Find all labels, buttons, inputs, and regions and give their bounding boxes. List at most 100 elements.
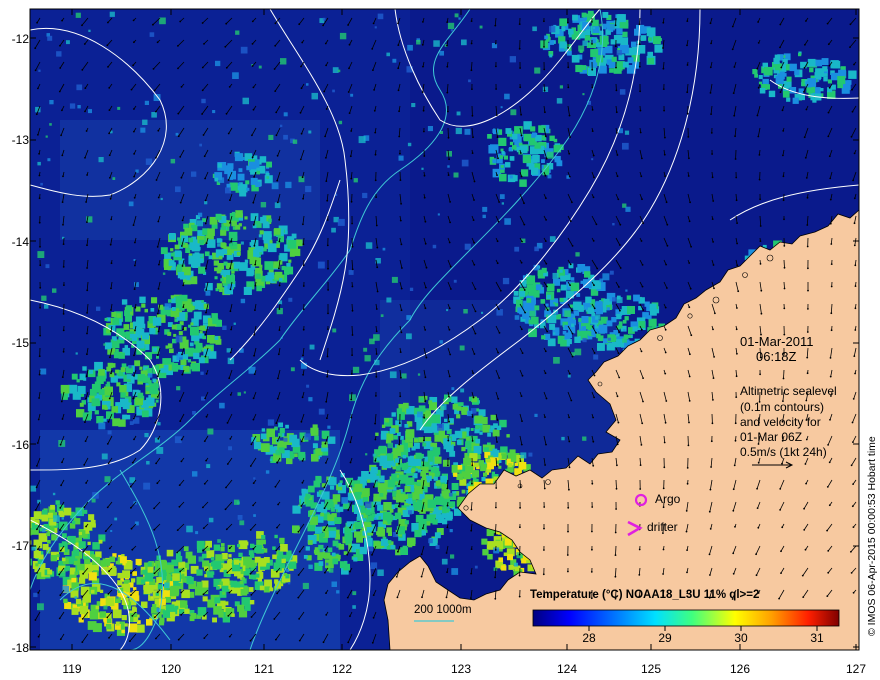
sst-pixel [109, 11, 115, 17]
velocity-vector-head [473, 353, 476, 355]
sst-pixel [561, 436, 565, 441]
velocity-vector-head [446, 91, 449, 94]
sst-pixel [122, 402, 130, 410]
sst-pixel [240, 46, 248, 54]
sst-pixel [566, 339, 572, 345]
sst-pixel [372, 453, 376, 457]
velocity-vector-head [155, 156, 157, 159]
sst-pixel [201, 98, 206, 104]
sst-pixel [188, 237, 193, 243]
velocity-vector-head [400, 309, 403, 312]
velocity-vector-head [228, 591, 231, 594]
velocity-vector-head [322, 641, 325, 644]
velocity-vector-head [375, 330, 378, 333]
velocity-vector-head [615, 508, 617, 510]
sst-pixel [339, 32, 347, 40]
sst-pixel [423, 461, 428, 466]
sst-pixel [56, 554, 60, 558]
sst-pixel [276, 244, 280, 248]
sst-pixel [612, 223, 615, 226]
velocity-vector-head [593, 396, 595, 399]
sst-pixel [289, 251, 295, 257]
sst-pixel [625, 206, 631, 212]
velocity-vector-head [131, 461, 134, 464]
velocity-vector-head [757, 135, 760, 138]
velocity-vector-head [735, 375, 738, 378]
velocity-vector-head [252, 108, 255, 111]
sst-pixel [128, 338, 132, 342]
velocity-vector-head [59, 67, 62, 69]
sst-pixel [559, 18, 567, 27]
sst-pixel [117, 106, 121, 110]
sst-pixel [55, 500, 60, 505]
sst-pixel [222, 591, 226, 595]
sst-pixel [626, 295, 632, 300]
sst-pixel [752, 69, 758, 75]
sst-pixel [219, 402, 225, 409]
velocity-vector-head [734, 439, 737, 442]
sst-pixel [146, 619, 153, 626]
sst-pixel [306, 384, 310, 388]
sst-pixel [105, 597, 115, 607]
sst-pixel [197, 607, 207, 616]
velocity-vector-head [85, 201, 87, 203]
sst-pixel [559, 85, 563, 89]
sst-pixel [415, 452, 422, 459]
velocity-vector-head [37, 635, 40, 638]
velocity-vector-head [689, 287, 692, 290]
sst-pixel [552, 272, 559, 279]
velocity-vector-head [229, 351, 232, 354]
sst-pixel [582, 40, 588, 46]
sst-pixel [192, 411, 196, 415]
velocity-vector-head [157, 196, 160, 199]
velocity-vector-head [300, 65, 302, 68]
sst-pixel [507, 554, 513, 561]
velocity-vector-head [709, 92, 712, 94]
velocity-vector-head [252, 397, 255, 400]
velocity-vector-head [62, 329, 65, 332]
sst-pixel [260, 216, 267, 224]
sst-pixel [500, 165, 504, 169]
sst-pixel [408, 459, 415, 466]
sst-pixel [180, 600, 188, 608]
velocity-vector-head [734, 422, 737, 425]
sst-pixel [258, 570, 262, 574]
velocity-vector-head [201, 113, 204, 115]
sst-pixel [151, 112, 157, 118]
sst-pixel [206, 239, 216, 248]
sst-pixel [534, 142, 541, 149]
velocity-vector-head [472, 372, 474, 374]
sst-pixel [430, 396, 433, 400]
sst-pixel [279, 428, 285, 434]
sst-pixel [116, 596, 119, 599]
velocity-vector-head [543, 20, 545, 23]
sst-pixel [140, 127, 146, 133]
sst-pixel [352, 605, 356, 609]
velocity-vector-head [710, 42, 712, 45]
sst-pixel [421, 530, 426, 536]
sst-pixel [553, 302, 556, 305]
sst-pixel [559, 41, 567, 49]
sst-pixel [431, 414, 440, 424]
sst-pixel [404, 486, 411, 493]
sst-pixel [648, 37, 652, 42]
sst-pixel [164, 582, 170, 588]
sst-pixel [301, 488, 307, 494]
velocity-vector-head [423, 155, 426, 157]
sst-pixel [390, 544, 395, 549]
velocity-vector-head [662, 67, 665, 70]
sst-pixel [240, 589, 248, 596]
velocity-vector-head [84, 421, 86, 423]
sst-pixel [159, 17, 166, 25]
velocity-vector-head [686, 44, 688, 47]
sst-pixel [220, 229, 227, 236]
velocity-vector-head [106, 44, 109, 47]
sst-pixel [120, 392, 126, 398]
velocity-vector-head [36, 442, 39, 444]
sst-pixel [315, 475, 322, 482]
sst-pixel [210, 556, 215, 561]
sst-pixel [109, 556, 116, 563]
sst-pixel [350, 93, 354, 97]
velocity-vector-head [520, 113, 522, 116]
sst-pixel [556, 288, 561, 293]
